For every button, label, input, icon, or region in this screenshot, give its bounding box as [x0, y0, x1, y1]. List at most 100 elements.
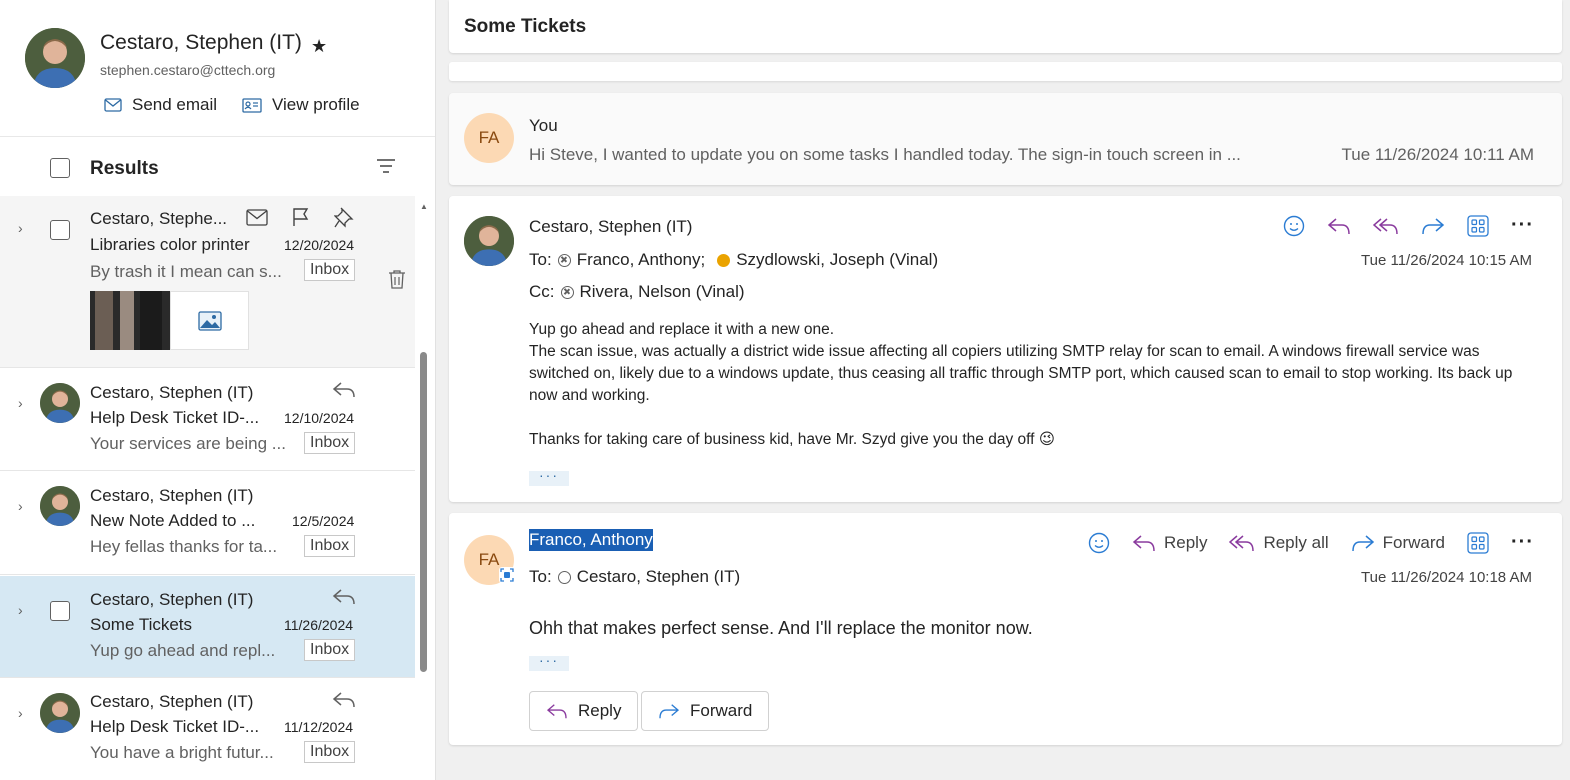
message-subject: Help Desk Ticket ID-... — [90, 717, 260, 736]
results-header: Results — [0, 138, 435, 196]
select-all-checkbox[interactable] — [50, 158, 70, 178]
message-toolbar: Reply Reply all Forward ··· — [1066, 531, 1534, 554]
collapsed-sender: You — [529, 116, 558, 135]
list-item[interactable]: › Cestaro, Stephen (IT) Some Tickets 11/… — [0, 576, 415, 678]
show-more-button[interactable]: ··· — [529, 653, 569, 671]
contact-card: Cestaro, Stephen (IT) ★ stephen.cestaro@… — [0, 0, 435, 137]
folder-badge[interactable]: Inbox — [304, 535, 356, 557]
reply-button[interactable]: Reply — [1132, 533, 1207, 553]
cc-recipient[interactable]: Rivera, Nelson (Vinal) — [580, 282, 745, 302]
message-date: 12/10/2024 — [284, 410, 355, 426]
delete-trash-icon[interactable] — [388, 269, 406, 289]
expand-chevron-icon[interactable]: › — [18, 498, 23, 514]
filter-icon[interactable] — [376, 158, 396, 174]
mark-read-mail-icon[interactable] — [246, 209, 268, 226]
forward-button-label: Forward — [690, 701, 753, 720]
contact-card-icon — [242, 97, 262, 113]
presence-badge — [499, 567, 515, 583]
message-date: 11/12/2024 — [284, 719, 354, 735]
forward-icon[interactable] — [1421, 216, 1445, 236]
more-actions-icon[interactable]: ··· — [1511, 531, 1534, 554]
scrollbar-thumb[interactable] — [420, 352, 427, 672]
message-sender[interactable]: Franco, Anthony — [529, 529, 653, 551]
reply-all-icon[interactable] — [1373, 216, 1399, 236]
message-date: Tue 11/26/2024 10:18 AM — [1361, 569, 1532, 586]
message-list-pane: Cestaro, Stephen (IT) ★ stephen.cestaro@… — [0, 0, 436, 780]
attachment-thumbnail-image[interactable] — [170, 291, 249, 350]
forward-action-button[interactable]: Forward — [641, 691, 770, 731]
show-more-button[interactable]: ··· — [529, 468, 569, 486]
forward-button[interactable]: Forward — [1351, 533, 1445, 553]
collapsed-date: Tue 11/26/2024 10:11 AM — [1341, 145, 1535, 164]
collapsed-preview: Hi Steve, I wanted to update you on some… — [529, 145, 1241, 164]
recipient[interactable]: Franco, Anthony; — [577, 250, 706, 270]
reply-all-icon — [1229, 534, 1255, 551]
contact-name: Cestaro, Stephen (IT) — [100, 31, 302, 54]
sender-initials-avatar: FA — [464, 113, 514, 163]
emoji-reaction-icon[interactable] — [1088, 532, 1110, 554]
favorite-star-icon[interactable]: ★ — [311, 36, 327, 57]
apps-grid-icon[interactable] — [1467, 531, 1489, 554]
recipient[interactable]: Cestaro, Stephen (IT) — [577, 567, 740, 587]
message-preview: Hey fellas thanks for ta... — [90, 537, 278, 556]
reply-all-label: Reply all — [1263, 532, 1329, 552]
folder-badge[interactable]: Inbox — [304, 259, 356, 281]
presence-offline-icon — [557, 253, 571, 267]
reply-action-button[interactable]: Reply — [529, 691, 639, 731]
recipient[interactable]: Szydlowski, Joseph (Vinal) — [736, 250, 938, 270]
list-item[interactable]: › Cestaro, Stephen (IT) Help Desk Ticket… — [0, 369, 415, 471]
message-sender[interactable]: Cestaro, Stephen (IT) — [529, 217, 692, 237]
message-sender: Cestaro, Stephen (IT) — [90, 692, 254, 711]
mail-icon — [104, 98, 122, 112]
message-preview: Yup go ahead and repl... — [90, 641, 276, 660]
presence-offline-icon — [560, 285, 574, 299]
message-checkbox[interactable] — [50, 601, 70, 621]
send-email-label: Send email — [132, 95, 218, 114]
emoji-reaction-icon[interactable] — [1283, 215, 1305, 237]
focus-status-icon — [500, 568, 514, 582]
expand-chevron-icon[interactable]: › — [18, 395, 23, 411]
reply-icon[interactable] — [1327, 216, 1351, 236]
message-subject: New Note Added to ... — [90, 511, 256, 530]
view-profile-label: View profile — [272, 95, 360, 114]
expand-chevron-icon[interactable]: › — [18, 705, 23, 721]
message-sender: Cestaro, Stephen (IT) — [90, 486, 254, 505]
forward-label: Forward — [1382, 532, 1446, 552]
list-item[interactable]: › Cestaro, Stephen (IT) Help Desk Ticket… — [0, 679, 415, 780]
sender-avatar[interactable] — [464, 216, 514, 266]
expand-chevron-icon[interactable]: › — [18, 602, 23, 618]
folder-badge[interactable]: Inbox — [304, 432, 356, 454]
attachment-thumbnail-photo[interactable] — [90, 291, 170, 350]
replied-icon — [332, 692, 355, 708]
reply-button-label: Reply — [578, 701, 622, 720]
message-date: 11/26/2024 — [284, 617, 354, 633]
more-actions-icon[interactable]: ··· — [1511, 214, 1534, 237]
image-placeholder-icon — [197, 310, 222, 331]
message-preview: By trash it I mean can s... — [90, 262, 282, 281]
cc-label: Cc: — [529, 282, 555, 301]
apps-grid-icon[interactable] — [1467, 214, 1489, 237]
list-item[interactable]: › Cestaro, Stephen (IT) New Note Added t… — [0, 472, 415, 575]
scroll-up-arrow-icon[interactable]: ▲ — [420, 202, 428, 211]
message-sender: Cestaro, Stephe... — [90, 209, 228, 228]
folder-badge[interactable]: Inbox — [304, 741, 356, 763]
contact-avatar[interactable] — [25, 28, 85, 88]
collapsed-message[interactable]: FA You Hi Steve, I wanted to update you … — [449, 93, 1562, 185]
contact-email[interactable]: stephen.cestaro@cttech.org — [100, 62, 275, 78]
pin-icon[interactable] — [334, 206, 354, 228]
to-label: To: — [529, 250, 552, 269]
message-preview: Your services are being ... — [90, 434, 286, 453]
message-date: Tue 11/26/2024 10:15 AM — [1361, 252, 1532, 269]
message-checkbox[interactable] — [50, 220, 70, 240]
list-item[interactable]: › Cestaro, Stephe... Libraries color pri… — [0, 196, 415, 368]
view-profile-button[interactable]: View profile — [242, 95, 360, 115]
message-sender: Cestaro, Stephen (IT) — [90, 383, 254, 402]
send-email-button[interactable]: Send email — [104, 95, 217, 115]
presence-unknown-icon — [557, 570, 571, 584]
reply-all-button[interactable]: Reply all — [1229, 532, 1329, 553]
flag-icon[interactable] — [292, 207, 310, 227]
expand-chevron-icon[interactable]: › — [18, 220, 23, 236]
conversation-header: Some Tickets — [449, 0, 1562, 53]
latest-message: FA Franco, Anthony Reply Reply all Forwa… — [449, 513, 1562, 745]
folder-badge[interactable]: Inbox — [304, 639, 356, 661]
